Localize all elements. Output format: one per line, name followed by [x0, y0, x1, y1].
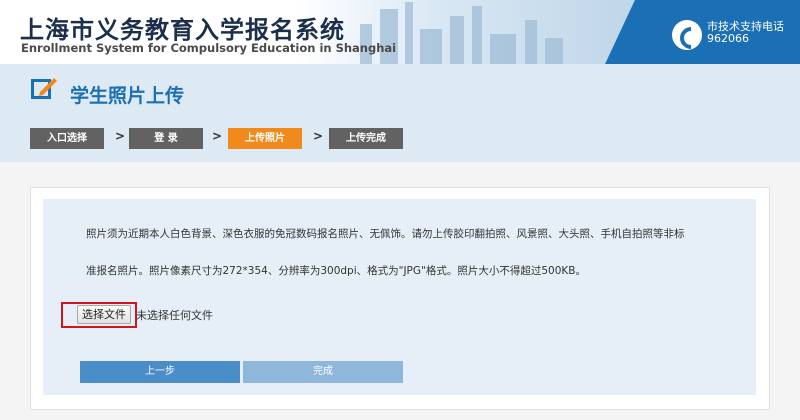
step-arrow-1: > [115, 129, 126, 143]
finish-button[interactable]: 完成 [243, 361, 403, 383]
upload-photo-icon [31, 78, 57, 99]
system-title-english: Enrollment System for Compulsory Educati… [21, 41, 397, 55]
phone-icon [672, 20, 702, 50]
step-upload-complete: 上传完成 [329, 128, 403, 149]
system-title: 上海市义务教育入学报名系统 [20, 16, 345, 44]
notice-text-line-2: 准报名照片。照片像素尺寸为272*354、分辨率为300dpi、格式为"JPG"… [86, 265, 586, 277]
highlight-box [61, 302, 137, 328]
hotline-number: 962066 [707, 32, 749, 45]
step-login: 登 录 [129, 128, 203, 149]
notice-text-line-1: 照片须为近期本人白色背景、深色衣服的免冠数码报名照片、无佩饰。请勿上传胶印翻拍照… [86, 228, 685, 240]
page-title: 学生照片上传 [70, 85, 185, 107]
previous-step-button[interactable]: 上一步 [80, 361, 240, 383]
step-upload-photo: 上传照片 [228, 128, 302, 149]
file-status: 未选择任何文件 [136, 309, 213, 322]
step-entry-select: 入口选择 [30, 128, 104, 149]
step-arrow-3: > [313, 129, 324, 143]
step-arrow-2: > [212, 129, 223, 143]
